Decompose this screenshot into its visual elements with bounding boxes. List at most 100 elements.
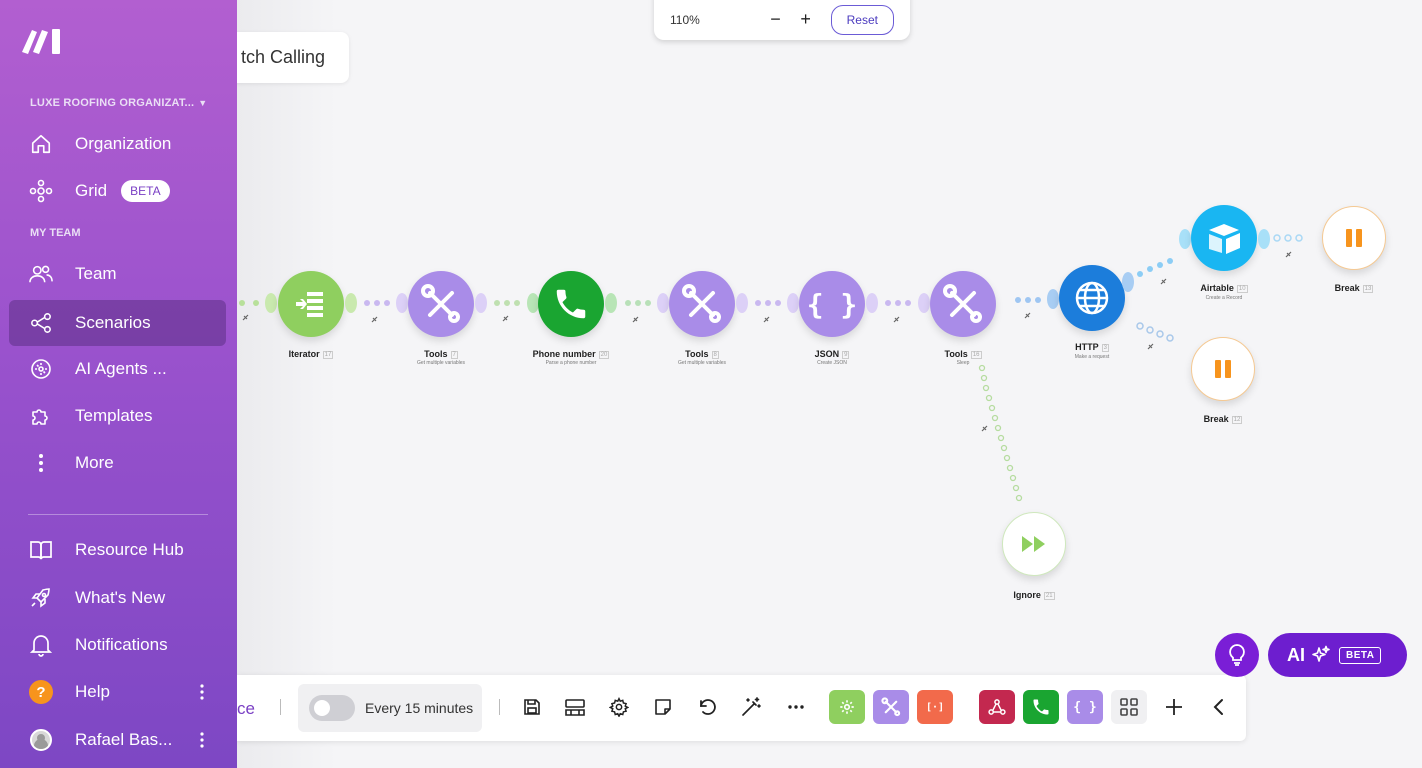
more-horizontal-icon[interactable]: [784, 695, 808, 719]
node-label: HTTP 3: [1075, 342, 1109, 352]
node-ear: [475, 293, 487, 313]
iterator-node[interactable]: [278, 271, 344, 337]
more-vertical-icon[interactable]: [200, 684, 204, 700]
ai-agents-icon: [29, 357, 53, 381]
sidebar-item-notifications[interactable]: Notifications: [9, 622, 226, 668]
sidebar-item-ai-agents[interactable]: AI Agents ...: [9, 346, 226, 392]
webhook-icon: [988, 699, 1006, 715]
break-node[interactable]: [1191, 337, 1255, 401]
make-logo: [22, 29, 60, 54]
hints-button[interactable]: [1215, 633, 1259, 677]
sidebar-item-scenarios[interactable]: Scenarios: [9, 300, 226, 346]
tools-node[interactable]: [930, 271, 996, 337]
scheduling-toggle[interactable]: [309, 695, 355, 721]
tools-module-button[interactable]: [873, 690, 909, 724]
share-icon: [29, 311, 53, 335]
sidebar-item-label: More: [75, 453, 114, 472]
node-ear: [396, 293, 408, 313]
iterator-icon: [296, 292, 323, 317]
settings-icon[interactable]: [607, 695, 631, 719]
add-module-icon[interactable]: [1162, 695, 1186, 719]
sidebar-item-label: Team: [75, 264, 117, 283]
tools-icon: [881, 697, 901, 717]
json-module-button[interactable]: { }: [1067, 690, 1103, 724]
airtable-icon: [1209, 224, 1240, 254]
node-subtitle: Make a request: [1074, 354, 1110, 360]
zoom-level: 110%: [670, 13, 700, 27]
reset-zoom-button[interactable]: Reset: [830, 5, 894, 35]
sidebar-item-organization[interactable]: Organization: [9, 121, 226, 167]
toolbar-separator: [280, 699, 281, 715]
sidebar-item-help[interactable]: ? Help: [9, 669, 226, 715]
phone-number-node[interactable]: [538, 271, 604, 337]
toolbar-separator: [499, 699, 500, 715]
sidebar-item-label: Organization: [75, 134, 172, 153]
sidebar-item-more[interactable]: More: [9, 440, 226, 486]
sidebar-item-team[interactable]: Team: [9, 251, 226, 297]
notes-icon[interactable]: [651, 695, 675, 719]
sidebar-item-grid[interactable]: Grid BETA: [9, 168, 226, 214]
tools-node[interactable]: [408, 271, 474, 337]
sidebar-item-whats-new[interactable]: What's New: [9, 575, 226, 621]
sidebar-item-label: AI Agents ...: [75, 359, 167, 378]
more-vertical-icon[interactable]: [200, 732, 204, 748]
help-glyph: ?: [29, 680, 53, 704]
node-ear: [657, 293, 669, 313]
save-icon[interactable]: [520, 695, 544, 719]
sidebar-item-label: Grid: [75, 181, 108, 200]
sidebar-item-user[interactable]: Rafael Bas...: [9, 717, 226, 763]
phone-module-button[interactable]: [1023, 690, 1059, 724]
puzzle-icon: [29, 404, 53, 428]
ai-assistant-button[interactable]: AI BETA: [1268, 633, 1407, 677]
airtable-node[interactable]: [1191, 205, 1257, 271]
http-node[interactable]: [1059, 265, 1125, 331]
help-icon: ?: [29, 680, 53, 704]
node-ear: [918, 293, 930, 313]
fast-forward-icon: [1022, 536, 1045, 552]
devtool-icon[interactable]: [563, 695, 587, 719]
node-subtitle: Create a Record: [1205, 295, 1243, 301]
ignore-node[interactable]: [1002, 512, 1066, 576]
undo-icon[interactable]: [695, 695, 719, 719]
tools-icon: [943, 284, 982, 323]
node-label: Tools 16: [944, 349, 982, 359]
all-apps-button[interactable]: [1111, 690, 1147, 724]
beta-badge: BETA: [1339, 646, 1382, 664]
grid-icon: [29, 179, 53, 203]
zoom-in-button[interactable]: +: [791, 5, 821, 30]
magic-wand-icon[interactable]: [739, 695, 763, 719]
node-ear: [265, 293, 277, 313]
sidebar-item-resource-hub[interactable]: Resource Hub: [9, 527, 226, 573]
json-node[interactable]: { }: [799, 271, 865, 337]
tools-node[interactable]: [669, 271, 735, 337]
webhooks-module-button[interactable]: [979, 690, 1015, 724]
node-subtitle: Get multiple variables: [677, 360, 727, 366]
flow-control-module-button[interactable]: [829, 690, 865, 724]
rocket-icon: [29, 586, 53, 610]
schedule-control[interactable]: Every 15 minutes: [298, 684, 482, 732]
sidebar-item-templates[interactable]: Templates: [9, 393, 226, 439]
ai-label: AI: [1287, 644, 1305, 665]
lightbulb-icon: [1229, 644, 1245, 666]
section-label-my-team: MY TEAM: [30, 227, 81, 239]
node-subtitle: Sleep: [956, 360, 970, 366]
node-ear: [1258, 229, 1270, 249]
node-ear: [605, 293, 617, 313]
schedule-label: Every 15 minutes: [365, 700, 474, 716]
apps-grid-icon: [1120, 698, 1138, 716]
run-once-label[interactable]: ce: [237, 699, 255, 719]
json-icon: { }: [1073, 699, 1097, 715]
node-label: Tools 7: [424, 349, 458, 359]
zoom-out-button[interactable]: −: [760, 5, 790, 30]
text-parser-module-button[interactable]: [·]: [917, 690, 953, 724]
node-subtitle: Create JSON: [817, 360, 847, 366]
org-switcher[interactable]: LUXE ROOFING ORGANIZAT... ▼: [30, 97, 207, 109]
sidebar-divider: [28, 514, 208, 515]
collapse-chevron-icon[interactable]: [1206, 695, 1230, 719]
node-subtitle: Get multiple variables: [416, 360, 466, 366]
text-parser-icon: [·]: [925, 701, 945, 713]
globe-icon: [1075, 281, 1109, 315]
scenario-toolbar: ce Every 15 minutes [·] { }: [237, 675, 1246, 741]
node-label: Airtable 10: [1200, 283, 1248, 293]
break-node[interactable]: [1322, 206, 1386, 270]
